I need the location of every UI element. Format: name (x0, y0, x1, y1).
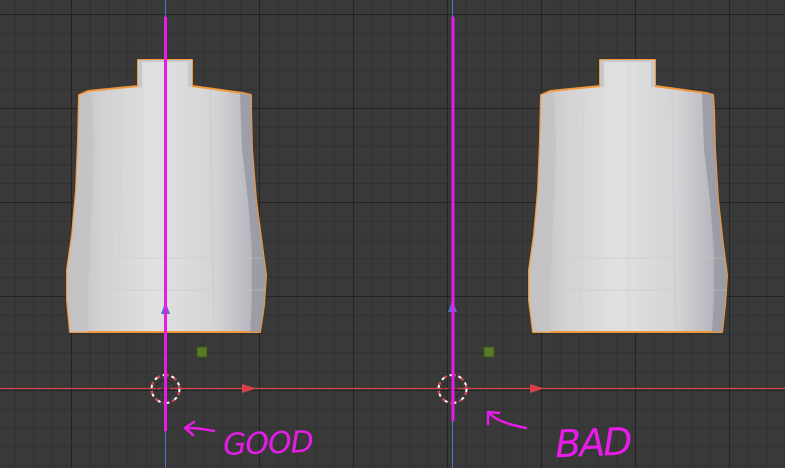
mesh-object-bad[interactable] (528, 59, 728, 333)
bad-label: BAD (554, 420, 632, 467)
annotation-arrow-icon (486, 410, 528, 430)
3d-viewport[interactable]: GOOD BAD (0, 0, 785, 468)
origin-point-icon[interactable] (196, 346, 208, 358)
good-label: GOOD (223, 425, 314, 463)
viewport-canvas: GOOD BAD (0, 0, 785, 468)
annotation-arrow-icon (183, 420, 216, 437)
origin-point-icon[interactable] (483, 346, 495, 358)
